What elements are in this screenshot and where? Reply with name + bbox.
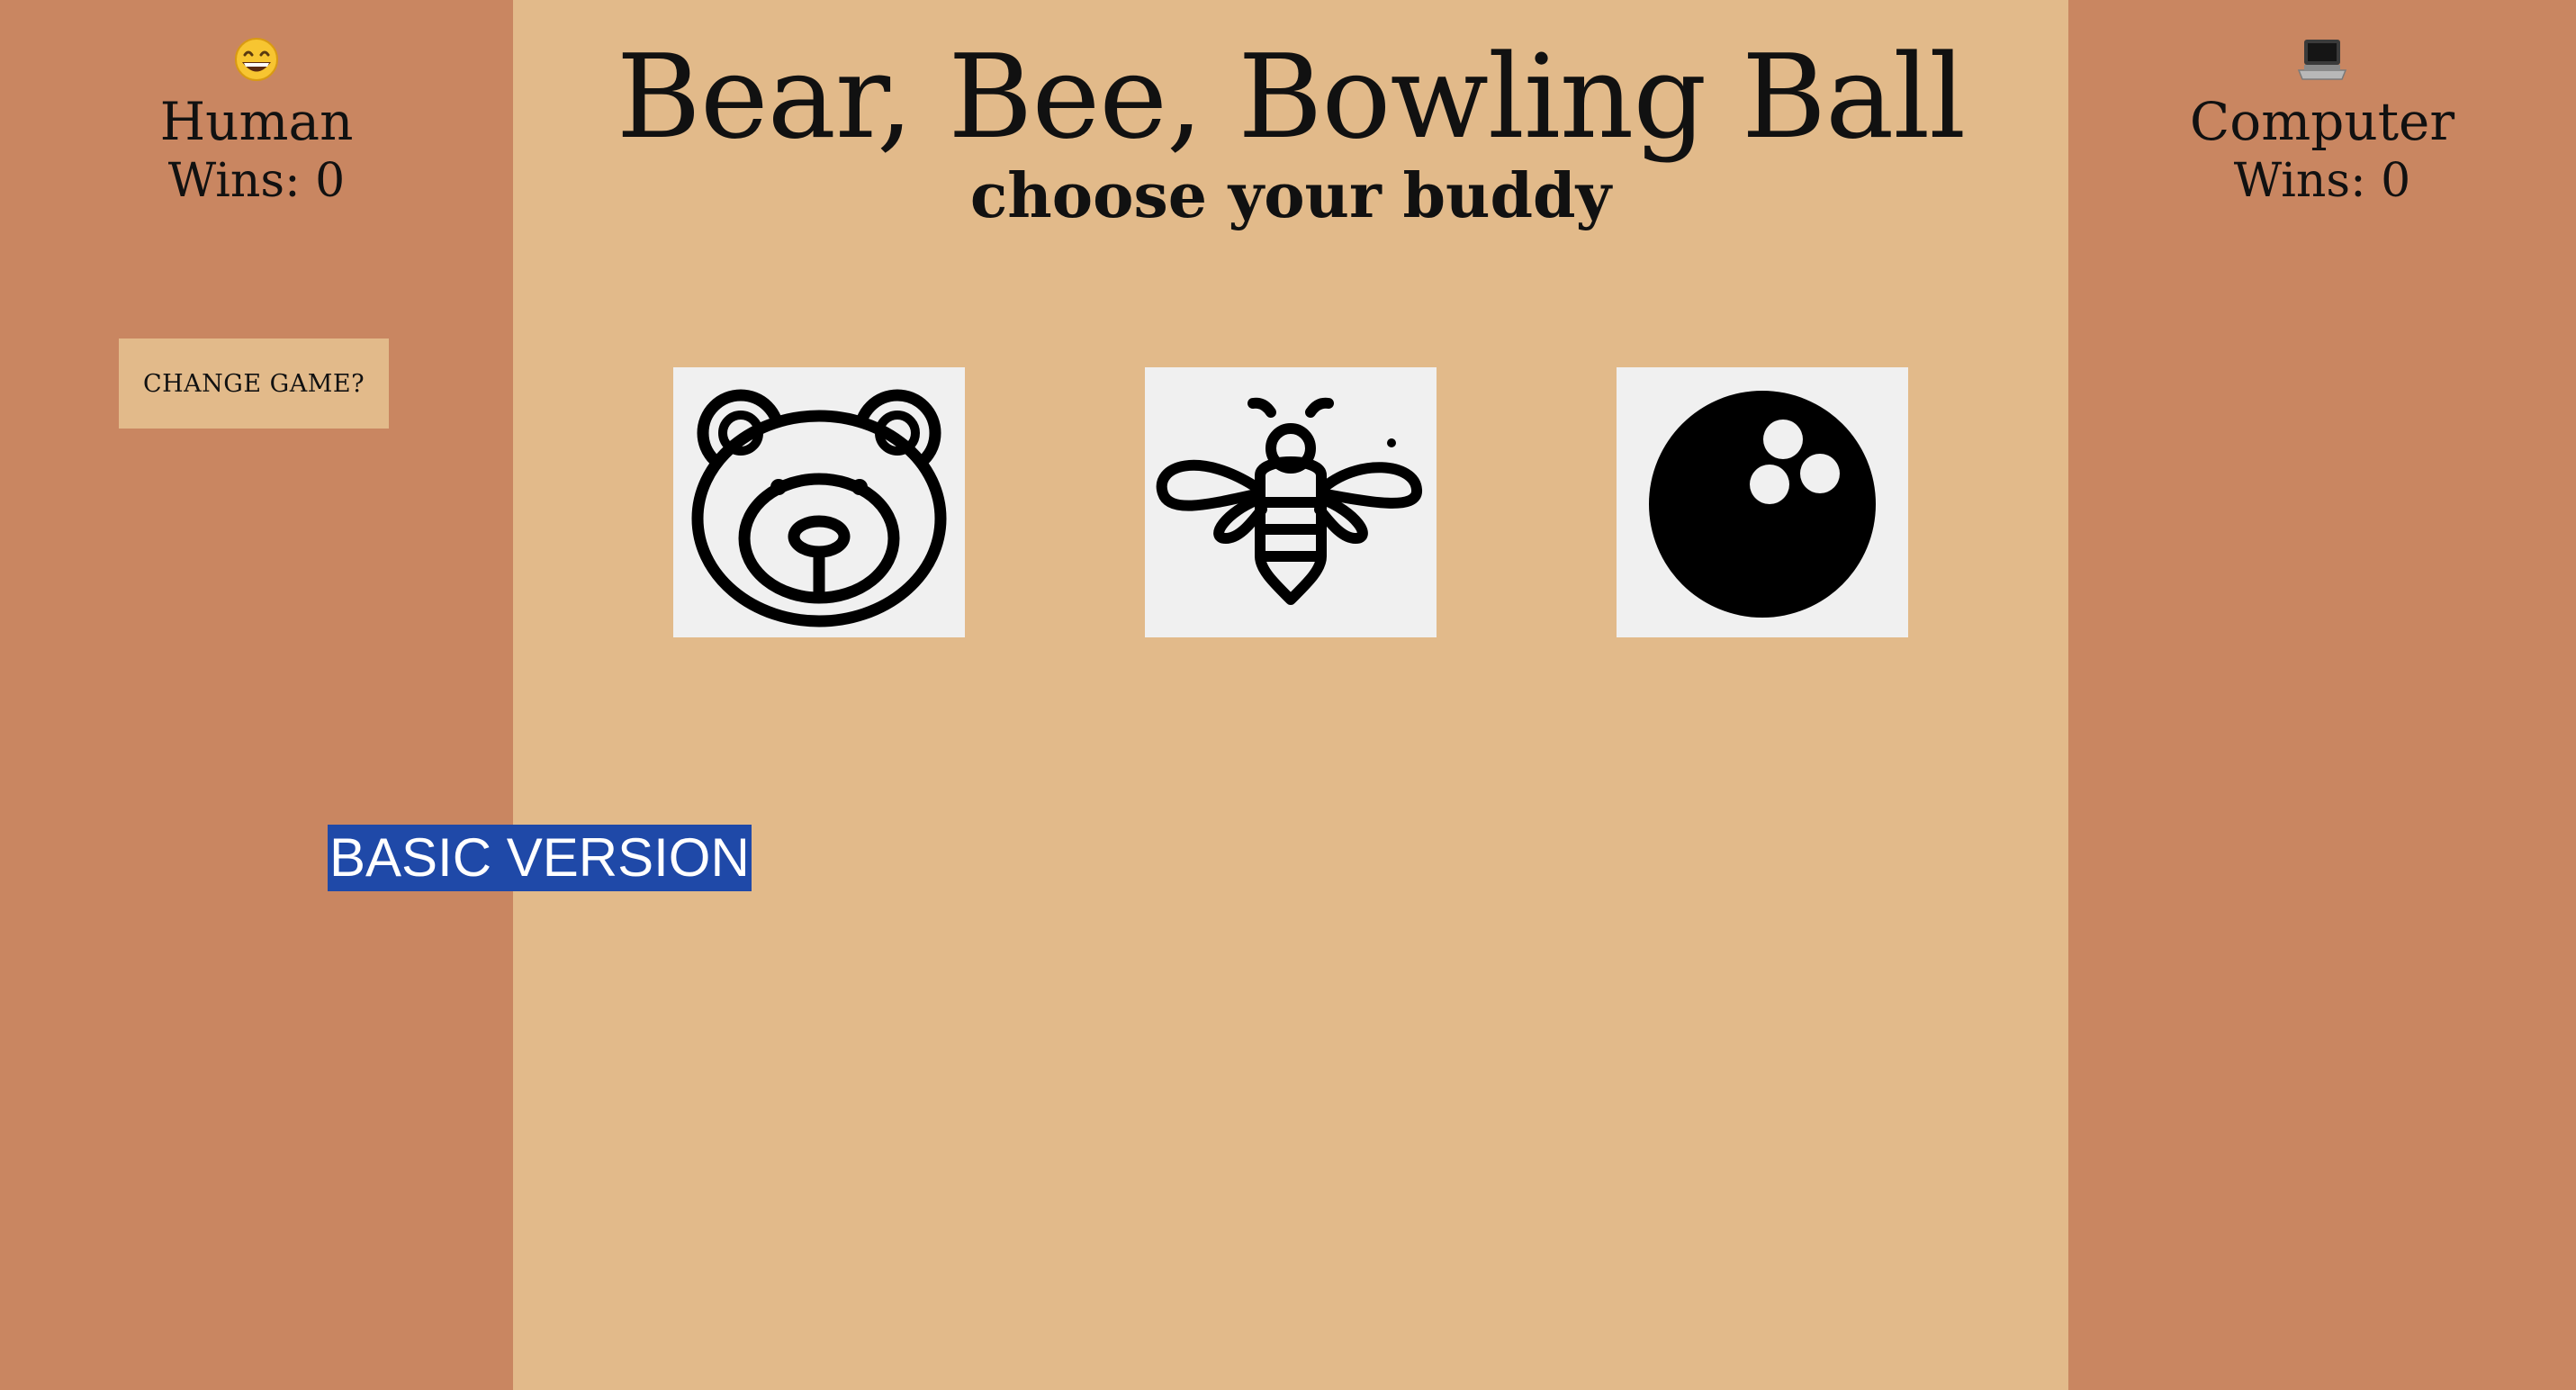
bee-icon — [1156, 397, 1422, 605]
computer-panel: Computer Wins: 0 — [2068, 0, 2576, 1390]
choice-bear-button[interactable] — [673, 367, 965, 637]
page-title: Bear, Bee, Bowling Ball — [616, 31, 1966, 165]
page-subtitle: choose your buddy — [969, 160, 1612, 233]
change-game-button[interactable]: CHANGE GAME? — [119, 338, 389, 429]
game-area: Bear, Bee, Bowling Ball choose your budd… — [513, 0, 2068, 1390]
human-name: Human — [159, 91, 354, 152]
bowling-ball-icon — [1649, 391, 1876, 618]
computer-name: Computer — [2189, 91, 2455, 152]
choice-bee-button[interactable] — [1145, 367, 1437, 637]
human-panel: Human Wins: 0 CHANGE GAME? — [0, 0, 513, 1390]
computer-wins: Wins: 0 — [2233, 153, 2411, 208]
basic-version-label: BASIC VERSION — [328, 825, 752, 891]
bear-icon — [691, 389, 947, 627]
choice-bowling-ball-button[interactable] — [1617, 367, 1908, 637]
laptop-icon — [2297, 40, 2347, 80]
human-wins: Wins: 0 — [167, 153, 346, 208]
grinning-face-icon — [235, 38, 278, 81]
